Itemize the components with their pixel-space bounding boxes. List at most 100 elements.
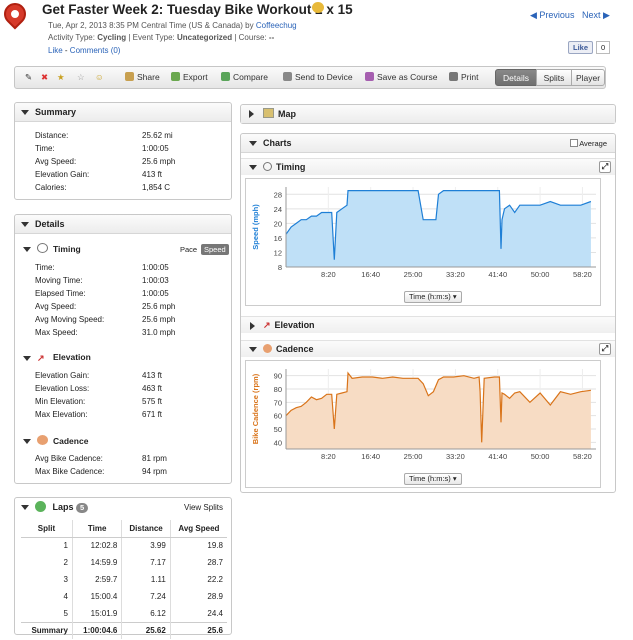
send-to-device-button[interactable]: Send to Device [283,67,353,88]
stat-value: 94 rpm [142,467,167,476]
laps-column-header[interactable]: Time [72,520,123,538]
laps-column-header[interactable]: Avg Speed [170,520,227,538]
x-tick-label: 58:20 [573,270,592,279]
x-tick-label: 33:20 [446,270,465,279]
share-icon [125,72,134,81]
user-link[interactable]: Coffeechug [256,21,297,30]
summary-header[interactable]: Summary [15,103,231,122]
stat-row: Max Speed: 31.0 mph [35,326,225,339]
timing-chart-header[interactable]: Timing ⤢ [241,158,615,175]
cadence-chart-svg: 40 50 60 70 80 90 8:20 16:40 25:00 33:20 41:40 50:0… [251,369,596,461]
expand-cadence-icon[interactable]: ⤢ [599,343,611,355]
stat-label: Time: [35,263,55,272]
stat-label: Avg Speed: [35,157,77,166]
delete-icon[interactable]: ✖ [41,67,48,88]
details-header[interactable]: Details [15,215,231,234]
facebook-like-button[interactable]: Like [568,41,594,54]
clock-icon [37,243,48,253]
x-tick-label: 8:20 [321,270,336,279]
previous-link[interactable]: ◀ Previous [530,10,574,20]
lap-row[interactable]: 2 14:59.9 7.17 28.7 [21,554,227,571]
x-tick-label: 8:20 [321,452,336,461]
comments-link[interactable]: Comments (0) [70,46,121,55]
cadence-icon [263,344,272,353]
speed-toggle[interactable]: Speed [201,244,229,255]
like-link[interactable]: Like [48,46,63,55]
average-toggle[interactable]: Average [569,134,607,153]
map-header[interactable]: Map [241,105,615,123]
y-tick-label: 60 [274,412,282,421]
elevation-chart-header[interactable]: ↗ Elevation [241,316,615,333]
stat-row: Avg Speed: 25.6 mph [35,155,225,168]
medal-icon[interactable]: ★ [57,67,65,88]
view-splits-link[interactable]: View Splits [184,498,223,517]
stat-row: Time: 1:00:05 [35,261,225,274]
cadence-chart: 40 50 60 70 80 90 8:20 16:40 25:00 33:20 41:40 50:0… [245,360,601,488]
stat-label: Time: [35,144,55,153]
save-as-course-button[interactable]: Save as Course [365,67,437,88]
elevation-icon: ↗ [263,320,271,330]
laps-column-header[interactable]: Distance [121,520,171,538]
timing-chart: 8 12 16 20 24 28 8:20 16:40 25:00 33:20 41:40 50:00… [245,178,601,306]
elevation-section-header[interactable]: ↗ Elevation [23,352,91,363]
lap-cell: 5 [21,605,73,622]
tab-details[interactable]: Details [495,69,537,86]
share-button[interactable]: Share [125,67,160,88]
print-button[interactable]: Print [449,67,478,88]
x-tick-label: 41:40 [488,270,507,279]
stat-label: Avg Speed: [35,302,77,311]
next-link[interactable]: Next ▶ [582,10,610,20]
edit-icon[interactable]: ✎ [25,67,32,88]
lap-cell: 3 [21,571,73,588]
speed-chart-svg: 8 12 16 20 24 28 8:20 16:40 25:00 33:20 41:40 50:00… [251,187,596,279]
laps-header[interactable]: Laps 5 View Splits [15,498,231,517]
timing-xaxis-select[interactable]: Time (h:m:s) ▾ [404,291,462,303]
laps-column-header[interactable]: Split [21,520,73,538]
stat-value: 1:00:05 [142,263,169,272]
activity-pager: ◀ Previous Next ▶ [530,10,610,21]
expand-timing-icon[interactable]: ⤢ [599,161,611,173]
series-area [286,190,591,267]
stat-row: Calories: 1,854 C [35,181,225,194]
tab-splits[interactable]: Splits [536,69,572,86]
charts-header[interactable]: Charts Average [241,134,615,153]
timing-section-header[interactable]: Timing [23,243,81,254]
lap-cell: 12:02.8 [72,537,123,554]
cadence-xaxis-select[interactable]: Time (h:m:s) ▾ [404,473,462,485]
x-tick-label: 33:20 [446,452,465,461]
stat-value: 1:00:05 [142,144,169,153]
compare-button[interactable]: Compare [221,67,268,88]
lap-row[interactable]: 4 15:00.4 7.24 28.9 [21,588,227,605]
lap-cell: 15:00.4 [72,588,123,605]
lap-row[interactable]: 3 2:59.7 1.11 22.2 [21,571,227,588]
lap-summary-cell: 25.6 [170,621,227,639]
stat-value: 1:00:03 [142,276,169,285]
elevation-icon: ↗ [37,353,45,363]
y-tick-label: 16 [274,234,282,243]
lap-row[interactable]: 5 15:01.9 6.12 24.4 [21,605,227,622]
stat-value: 1,854 C [142,183,171,192]
stat-value: 81 rpm [142,454,167,463]
stat-value: 25.6 mph [142,315,176,324]
laps-table: Split Time Distance Avg Speed 1 12:02.8 3.99 1… [21,520,227,639]
average-checkbox[interactable] [569,139,578,147]
cadence-chart-header[interactable]: Cadence ⤢ [241,340,615,357]
stat-label: Max Elevation: [35,410,88,419]
social-links: Like - Comments (0) [48,46,121,55]
lap-cell: 15:01.9 [72,605,123,622]
pace-toggle[interactable]: Pace [177,244,200,255]
lap-summary-cell: 1:00:04.6 [72,621,123,639]
export-button[interactable]: Export [171,67,208,88]
activity-type-value[interactable]: Cycling [97,33,126,42]
y-tick-label: 90 [274,372,282,381]
charts-panel: Charts Average Timing ⤢ 8 12 16 20 24 28 8:20 1… [240,133,616,493]
event-type-value[interactable]: Uncategorized [177,33,232,42]
cadence-section-header[interactable]: Cadence [23,435,88,446]
favorite-star-icon[interactable]: ☆ [77,67,85,88]
lap-cell: 14:59.9 [72,554,123,571]
lap-summary-cell: Summary [21,621,73,639]
lap-row[interactable]: 1 12:02.8 3.99 19.8 [21,537,227,554]
user-icon[interactable]: ☺ [95,67,104,88]
y-tick-label: 28 [274,190,282,199]
tab-player[interactable]: Player [571,69,605,86]
